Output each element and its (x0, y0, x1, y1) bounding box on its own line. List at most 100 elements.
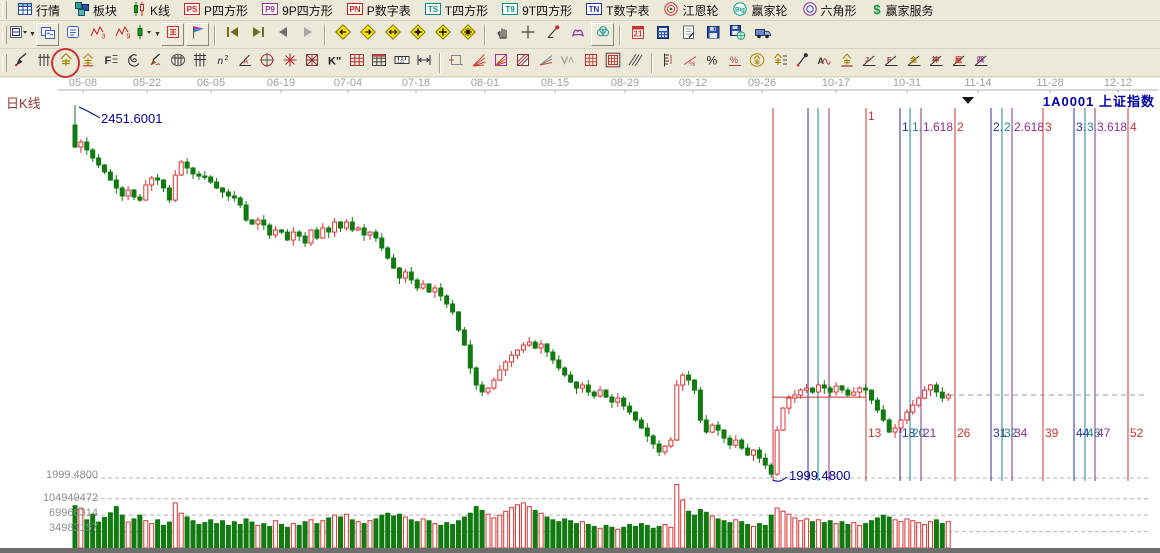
window-overlap-button[interactable] (36, 23, 59, 46)
menu-p-number[interactable]: PNP数字表 (340, 0, 418, 21)
f-lines-button[interactable]: F (100, 51, 122, 75)
notes-button[interactable] (676, 23, 699, 46)
measure-tool-button[interactable] (541, 23, 564, 46)
calculator-button[interactable] (651, 23, 674, 46)
price-scale-button[interactable] (657, 51, 679, 75)
menu-quotes[interactable]: 行情 (10, 0, 67, 21)
brush-2-button[interactable] (144, 51, 166, 75)
gold-grid-2-button[interactable] (77, 51, 99, 75)
a-wave-button[interactable]: A (813, 51, 835, 75)
gold-grid-button[interactable] (55, 51, 77, 75)
toolbar-grip[interactable] (2, 54, 7, 72)
svg-text:21: 21 (923, 426, 937, 440)
angle-ting-button[interactable]: 庭 (948, 51, 970, 75)
expand-horizontal-button[interactable] (381, 23, 404, 46)
menu-gann-wheel[interactable]: 江恩轮 (656, 0, 725, 21)
hatch-lines-button[interactable] (624, 51, 646, 75)
restore-rights-button[interactable] (161, 23, 184, 46)
data-transfer-button[interactable] (751, 23, 774, 46)
menu-hexagon[interactable]: 六角形 (795, 0, 864, 21)
percent-under-icon: % (727, 52, 743, 73)
angle-gold-button[interactable]: 金 (903, 51, 925, 75)
fan-red-button[interactable] (468, 51, 490, 75)
volume-scale-2: 69966314 (26, 507, 98, 519)
period-day-button[interactable]: ▼ (11, 23, 34, 46)
next-page-button[interactable] (296, 23, 319, 46)
toolbar-grip[interactable] (2, 1, 7, 19)
jump-left-button[interactable] (331, 23, 354, 46)
cloud-tool-button[interactable] (591, 23, 614, 46)
cross-mark-button[interactable] (431, 23, 454, 46)
star-mark-button[interactable] (406, 23, 429, 46)
spiral-button[interactable] (122, 51, 144, 75)
star-lines-button[interactable] (279, 51, 301, 75)
burst-mark-button[interactable] (456, 23, 479, 46)
rays-button[interactable] (535, 51, 557, 75)
measure-tool-icon (545, 24, 561, 45)
jump-right-button[interactable] (356, 23, 379, 46)
calendar-button[interactable]: 21 (626, 23, 649, 46)
n-square-button[interactable]: n2 (212, 51, 234, 75)
svg-text:10-31: 10-31 (893, 78, 921, 89)
pin-line-button[interactable] (791, 51, 813, 75)
first-page-button[interactable] (221, 23, 244, 46)
gold-under-button[interactable] (836, 51, 858, 75)
angle-j-button[interactable]: J (858, 51, 880, 75)
wave-9-button[interactable]: 9 (111, 23, 134, 46)
ribbon-tool-button[interactable] (566, 23, 589, 46)
hash-2-button[interactable] (189, 51, 211, 75)
menu-winner-wheel[interactable]: Big赢家轮 (725, 0, 794, 21)
hand-tool-button[interactable] (491, 23, 514, 46)
grid-dark-frame-button[interactable] (368, 51, 390, 75)
gold-lines-button[interactable] (769, 51, 791, 75)
gold-under-icon (839, 52, 855, 73)
chart-canvas[interactable]: 05-0805-2206-0506-1907-0407-1808-0108-15… (0, 78, 1160, 553)
menu-winner-service[interactable]: $赢家服务 (864, 0, 941, 21)
svg-text:06-05: 06-05 (197, 78, 225, 89)
gann-hash-button[interactable] (33, 51, 55, 75)
prev-page-button[interactable] (271, 23, 294, 46)
grid-red-thick-button[interactable] (602, 51, 624, 75)
zigzag-button[interactable] (557, 51, 579, 75)
info-list-button[interactable] (61, 23, 84, 46)
menu-blocks[interactable]: 板块 (67, 0, 124, 21)
gold-circle-button[interactable] (746, 51, 768, 75)
menu-kline[interactable]: K线 (124, 0, 177, 21)
svg-text:08-15: 08-15 (541, 78, 569, 89)
angle-si-button[interactable]: 四 (970, 51, 992, 75)
wave-3-button[interactable]: 3 (86, 23, 109, 46)
quotes-icon (17, 1, 33, 20)
grid-red-frame-button[interactable] (346, 51, 368, 75)
menu-t-number[interactable]: TNT数字表 (579, 0, 656, 21)
fan-square-button[interactable] (512, 51, 534, 75)
last-page-button[interactable] (246, 23, 269, 46)
hash-circle-button[interactable] (167, 51, 189, 75)
svg-text:12-12: 12-12 (1104, 78, 1132, 89)
menu-t9-square[interactable]: T99T四方形 (495, 0, 579, 21)
angle-shen-button[interactable]: 神 (925, 51, 947, 75)
fan-box-button[interactable] (490, 51, 512, 75)
save-web-button[interactable] (726, 23, 749, 46)
k-quote-button[interactable]: K" (323, 51, 345, 75)
percent-button[interactable]: % (701, 51, 723, 75)
save-button[interactable] (701, 23, 724, 46)
menu-p-square[interactable]: PSP四方形 (177, 0, 255, 21)
h-measure-button[interactable] (413, 51, 435, 75)
percent-line-button[interactable]: % (679, 51, 701, 75)
draw-flag-button[interactable] (186, 23, 209, 46)
angle-a-button[interactable]: A (234, 51, 256, 75)
menu-t-square[interactable]: TST四方形 (418, 0, 495, 21)
crosshair-tool-button[interactable] (516, 23, 539, 46)
svg-text:09-26: 09-26 (748, 78, 776, 89)
square-star-button[interactable] (301, 51, 323, 75)
percent-under-button[interactable]: % (724, 51, 746, 75)
toolbar-grip[interactable] (2, 26, 7, 44)
candle-style-button[interactable]: ▼ (136, 23, 159, 46)
circle-cross-button[interactable] (256, 51, 278, 75)
angle-f-button[interactable]: F (880, 51, 902, 75)
menu-p9-square[interactable]: P99P四方形 (255, 0, 340, 21)
brush-button[interactable] (10, 51, 32, 75)
grid-red-button[interactable] (580, 51, 602, 75)
box-handles-button[interactable] (445, 51, 467, 75)
ruler-123-button[interactable]: 123 (391, 51, 413, 75)
